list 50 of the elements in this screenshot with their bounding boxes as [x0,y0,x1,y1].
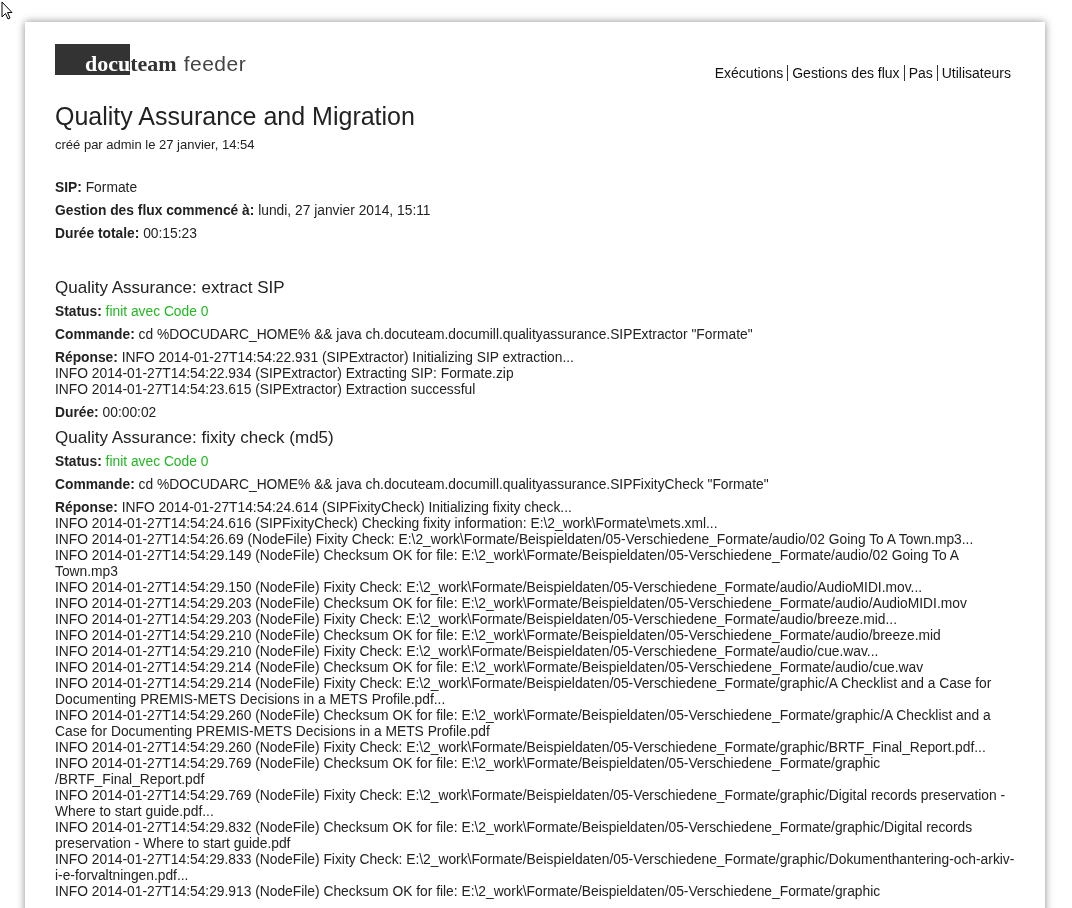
duration-value: 00:00:02 [102,405,157,420]
status-value: finit avec Code 0 [105,454,209,469]
log-line: INFO 2014-01-27T14:54:29.833 (NodeFile) Fixity Check: E:\2_work\Formate/Beispieldaten/05-Verschiedene_Formate/graphic/Dokumenthantering-och-arkiv-i-e-forvaltningen.pdf... [55,852,1015,883]
field-label: Gestion des flux commencé à: [55,203,255,218]
step-title: Quality Assurance: fixity check (md5) [55,428,335,448]
field-value: 00:15:23 [143,226,197,241]
log-line: INFO 2014-01-27T14:54:29.832 (NodeFile) Checksum OK for file: E:\2_work\Formate/Beispieldaten/05-Verschiedene_Formate/graphic/Digital records preservation - Where to start guide.pdf [55,820,973,851]
response-label: Réponse: [55,500,118,515]
log-line: INFO 2014-01-27T14:54:29.260 (NodeFile) Checksum OK for file: E:\2_work\Formate/Beispieldaten/05-Verschiedene_Formate/graphic/A Checklist and a Case for Documenting PREMIS-METS Decisions in a METS Profile.pdf [55,708,991,739]
product-name: feeder [183,53,247,75]
log-line: INFO 2014-01-27T14:54:29.214 (NodeFile) Fixity Check: E:\2_work\Formate/Beispieldaten/05-Verschiedene_Formate/graphic/A Checklist and a Case for Documenting PREMIS-METS Decisions in a METS Profile.pdf... [55,676,992,707]
response-label: Réponse: [55,350,118,365]
log-line: INFO 2014-01-27T14:54:29.913 (NodeFile) Checksum OK for file: E:\2_work\Formate/Beispieldaten/05-Verschiedene_Formate/graphic [55,884,881,899]
log-line: INFO 2014-01-27T14:54:29.149 (NodeFile) Checksum OK for file: E:\2_work\Formate/Beispieldaten/05-Verschiedene_Formate/audio/02 Going To A Town.mp3 [55,548,959,579]
nav-link[interactable]: Pas [903,65,937,81]
command-value: cd %DOCUDARC_HOME% && java ch.docuteam.documill.qualityassurance.SIPExtractor "Formate" [138,327,753,342]
log-line: INFO 2014-01-27T14:54:24.614 (SIPFixityCheck) Initializing fixity check... [121,500,572,515]
page-title: Quality Assurance and Migration [55,102,416,131]
log-line: INFO 2014-01-27T14:54:24.616 (SIPFixityCheck) Checking fixity information: E:\2_work\Formate\mets.xml... [55,516,718,531]
log-line: INFO 2014-01-27T14:54:22.934 (SIPExtractor) Extracting SIP: Formate.zip [55,366,514,381]
logo-text: team [130,53,177,75]
status-label: Status: [55,304,102,319]
duration-label: Durée: [55,405,99,420]
status-label: Status: [55,454,102,469]
log-line: INFO 2014-01-27T14:54:29.769 (NodeFile) Checksum OK for file: E:\2_work\Formate/Beispieldaten/05-Verschiedene_Formate/graphic /BRTF_Final_Report.pdf [55,756,881,787]
command-label: Commande: [55,327,135,342]
nav-link[interactable]: Utilisateurs [936,65,1015,81]
nav-link[interactable]: Exécutions [710,65,788,81]
command-label: Commande: [55,477,135,492]
step-title: Quality Assurance: extract SIP [55,278,286,298]
log-line: INFO 2014-01-27T14:54:29.260 (NodeFile) Fixity Check: E:\2_work\Formate/Beispieldaten/05-Verschiedene_Formate/graphic/BRTF_Final_Report.pdf... [55,740,986,755]
log-line: INFO 2014-01-27T14:54:26.69 (NodeFile) Fixity Check: E:\2_work\Formate/Beispieldaten/05-Verschiedene_Formate/audio/02 Going To A Town.mp3... [55,532,974,547]
log-line: INFO 2014-01-27T14:54:29.203 (NodeFile) Fixity Check: E:\2_work\Formate/Beispieldaten/05-Verschiedene_Formate/audio/breeze.mid... [55,612,898,627]
log-line: INFO 2014-01-27T14:54:22.931 (SIPExtractor) Initializing SIP extraction... [121,350,574,365]
field-label: SIP: [55,180,82,195]
log-line: INFO 2014-01-27T14:54:29.214 (NodeFile) Checksum OK for file: E:\2_work\Formate/Beispieldaten/05-Verschiedene_Formate/audio/cue.wav [55,660,924,675]
command-value: cd %DOCUDARC_HOME% && java ch.docuteam.documill.qualityassurance.SIPFixityCheck "Formate" [138,477,769,492]
log-line: INFO 2014-01-27T14:54:29.210 (NodeFile) Fixity Check: E:\2_work\Formate/Beispieldaten/05-Verschiedene_Formate/audio/cue.wav... [55,644,879,659]
log-line: INFO 2014-01-27T14:54:29.203 (NodeFile) Checksum OK for file: E:\2_work\Formate/Beispieldaten/05-Verschiedene_Formate/audio/AudioMIDI.mov [55,596,967,611]
log-line: INFO 2014-01-27T14:54:23.615 (SIPExtractor) Extraction successful [55,382,476,397]
field-value: lundi, 27 janvier 2014, 15:11 [258,203,431,218]
cursor-icon [1,1,13,20]
log-line: INFO 2014-01-27T14:54:29.769 (NodeFile) Fixity Check: E:\2_work\Formate/Beispieldaten/05-Verschiedene_Formate/graphic/Digital records preservation - Where to start guide.pdf... [55,788,1006,819]
log-line: INFO 2014-01-27T14:54:29.210 (NodeFile) Checksum OK for file: E:\2_work\Formate/Beispieldaten/05-Verschiedene_Formate/audio/breeze.mid [55,628,941,643]
nav-link[interactable]: Gestions des flux [787,65,904,81]
field-label: Durée totale: [55,226,140,241]
status-value: finit avec Code 0 [105,304,209,319]
log-line: INFO 2014-01-27T14:54:29.150 (NodeFile) Fixity Check: E:\2_work\Formate/Beispieldaten/05-Verschiedene_Formate/audio/AudioMIDI.mov... [55,580,923,595]
field-value: Formate [85,180,138,195]
created-info: créé par admin le 27 janvier, 14:54 [55,137,256,152]
